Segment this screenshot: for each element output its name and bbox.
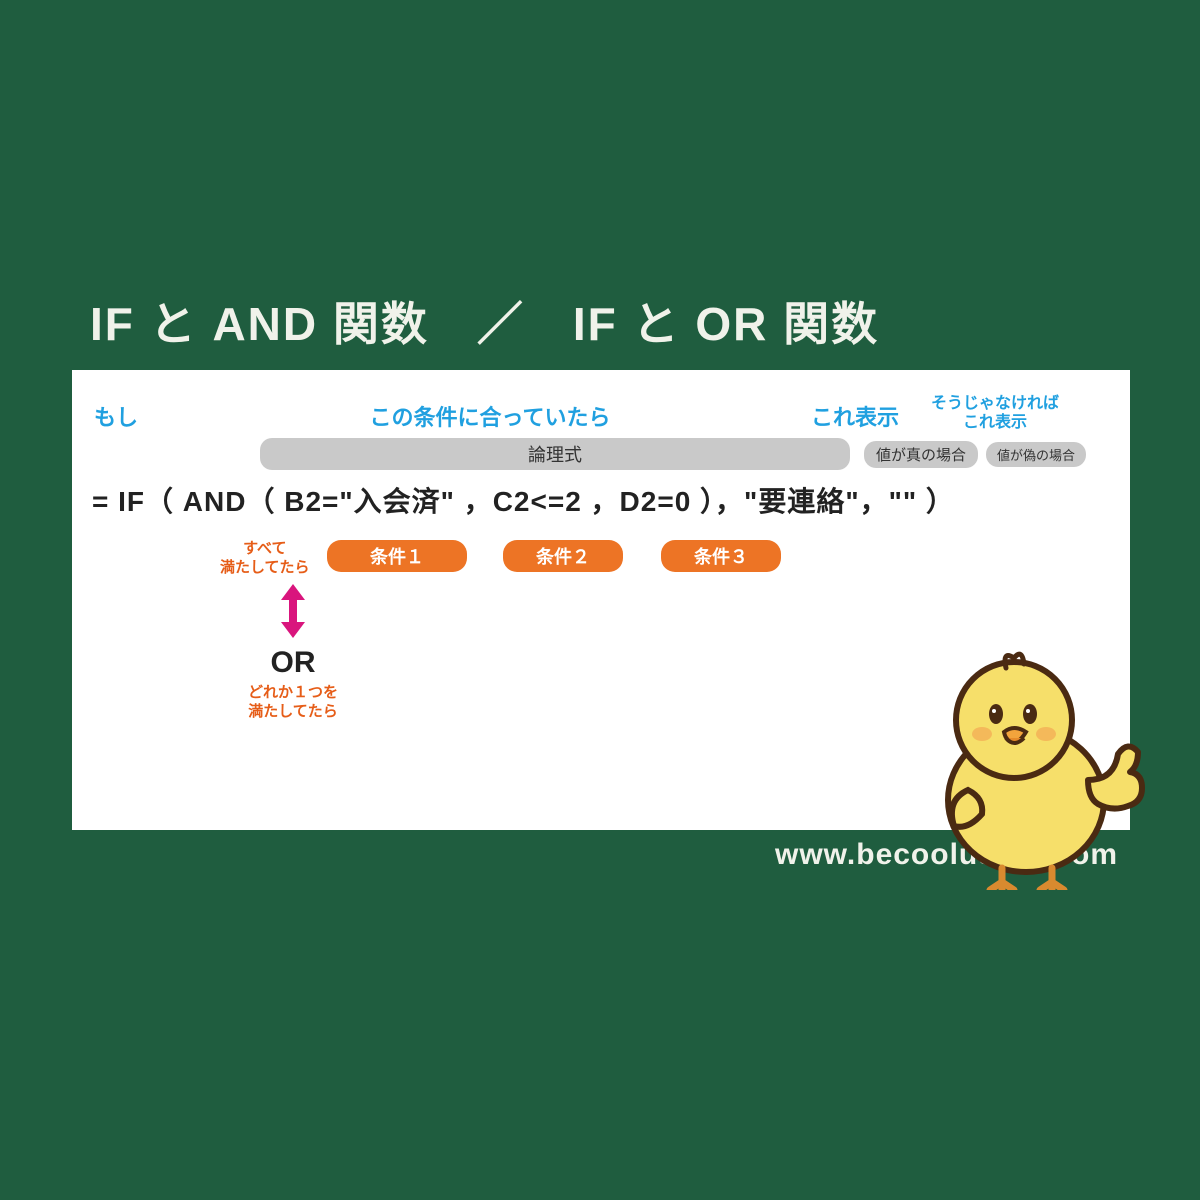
pill-true: 値が真の場合: [864, 441, 978, 468]
header-row: もし この条件に合っていたら これ表示 そうじゃなければこれ表示: [90, 394, 1112, 432]
header-true: これ表示: [780, 400, 920, 432]
argument-label-row: 論理式 値が真の場合 値が偽の場合: [90, 438, 1112, 470]
condition-pill-row: 条件１ 条件２ 条件３: [327, 540, 781, 572]
pill-false: 値が偽の場合: [986, 442, 1086, 467]
formula-text: = IF（ AND（ B2="入会済" ，C2<=2 ，D2=0 ），"要連絡"…: [90, 480, 1112, 520]
cond-pill-3: 条件３: [661, 540, 781, 572]
and-or-arrow-block: OR どれか１つを満たしてたら: [248, 584, 338, 722]
cond-pill-1: 条件１: [327, 540, 467, 572]
header-false: そうじゃなければこれ表示: [920, 394, 1060, 432]
page-title: IF と AND 関数 ／ IF と OR 関数: [90, 288, 879, 354]
header-condition: この条件に合っていたら: [200, 400, 780, 432]
double-arrow-icon: [275, 584, 311, 638]
mascot-chick-icon: [906, 630, 1156, 890]
pill-logic: 論理式: [260, 438, 850, 470]
cond-pill-2: 条件２: [503, 540, 623, 572]
note-and-all: すべて満たしてたら: [220, 540, 310, 578]
header-moshi: もし: [90, 400, 200, 432]
or-label: OR: [248, 646, 338, 680]
note-or-any: どれか１つを満たしてたら: [248, 684, 338, 722]
